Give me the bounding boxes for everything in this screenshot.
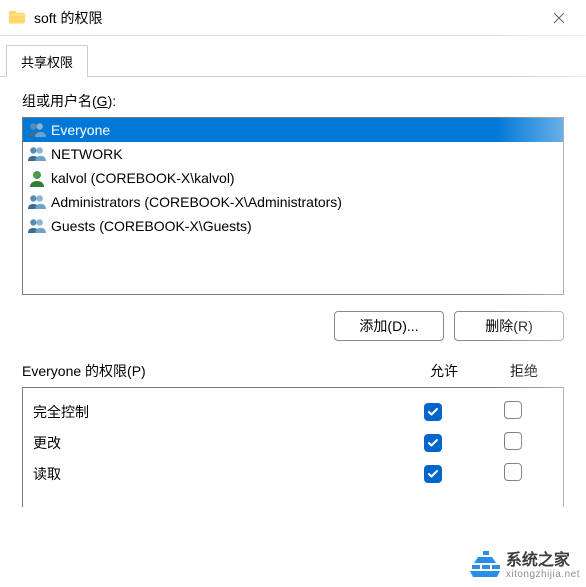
checkbox[interactable] — [504, 432, 522, 450]
tab-share-permissions[interactable]: 共享权限 — [6, 45, 88, 77]
watermark-logo-icon — [468, 551, 502, 581]
group-icon — [27, 217, 47, 235]
permission-label: 完全控制 — [33, 402, 393, 422]
permission-row: 更改 — [33, 427, 553, 458]
text: )... — [402, 318, 418, 334]
permissions-header: Everyone 的权限(P) 允许 拒绝 — [22, 361, 564, 381]
checkbox[interactable] — [424, 434, 442, 452]
text: Everyone 的权限( — [22, 363, 132, 379]
list-item[interactable]: kalvol (COREBOOK-X\kalvol) — [23, 166, 563, 190]
permission-row: 完全控制 — [33, 396, 553, 427]
accelerator: R — [518, 318, 528, 334]
user-icon — [27, 169, 47, 187]
group-icon — [27, 121, 47, 139]
checkbox[interactable] — [504, 401, 522, 419]
folder-icon — [8, 10, 26, 25]
check-icon — [427, 406, 439, 418]
list-item[interactable]: NETWORK — [23, 142, 563, 166]
accelerator: G — [97, 93, 108, 109]
permission-label: 读取 — [33, 464, 393, 484]
principal-name: Everyone — [51, 122, 110, 138]
check-icon — [427, 468, 439, 480]
text: 添加( — [359, 316, 392, 336]
text: 组或用户名( — [22, 93, 97, 109]
groups-users-label: 组或用户名(G): — [22, 91, 564, 111]
tab-strip: 共享权限 — [0, 36, 586, 77]
text: 删除( — [485, 316, 518, 336]
permissions-listbox: 完全控制更改读取 — [22, 387, 564, 507]
remove-button[interactable]: 删除(R) — [454, 311, 564, 341]
close-icon — [553, 12, 565, 24]
dialog-content: 组或用户名(G): Everyone NETWORK kalvol (COREBOO… — [0, 77, 586, 521]
watermark-text: 系统之家 — [506, 552, 580, 570]
close-button[interactable] — [536, 2, 582, 34]
check-icon — [427, 437, 439, 449]
list-item[interactable]: Administrators (COREBOOK-X\Administrator… — [23, 190, 563, 214]
accelerator: D — [392, 318, 402, 334]
checkbox[interactable] — [504, 463, 522, 481]
deny-column-header: 拒绝 — [484, 361, 564, 381]
titlebar: soft 的权限 — [0, 0, 586, 36]
list-item[interactable]: Guests (COREBOOK-X\Guests) — [23, 214, 563, 238]
principal-name: NETWORK — [51, 146, 123, 162]
group-icon — [27, 193, 47, 211]
principals-listbox[interactable]: Everyone NETWORK kalvol (COREBOOK-X\kalvol… — [22, 117, 564, 295]
watermark: 系统之家 xitongzhijia.net — [468, 551, 580, 581]
principal-name: kalvol (COREBOOK-X\kalvol) — [51, 170, 235, 186]
window-title: soft 的权限 — [34, 8, 536, 28]
checkbox[interactable] — [424, 465, 442, 483]
accelerator: P — [132, 363, 141, 379]
watermark-url: xitongzhijia.net — [506, 569, 580, 580]
permissions-for-label: Everyone 的权限(P) — [22, 361, 404, 381]
group-icon — [27, 145, 47, 163]
allow-column-header: 允许 — [404, 361, 484, 381]
principal-name: Guests (COREBOOK-X\Guests) — [51, 218, 252, 234]
text: ) — [141, 363, 146, 379]
text: ) — [528, 318, 533, 334]
permission-row: 读取 — [33, 458, 553, 489]
list-item[interactable]: Everyone — [23, 118, 563, 142]
add-button[interactable]: 添加(D)... — [334, 311, 444, 341]
permission-label: 更改 — [33, 433, 393, 453]
text: ): — [108, 93, 117, 109]
principal-name: Administrators (COREBOOK-X\Administrator… — [51, 194, 342, 210]
checkbox[interactable] — [424, 403, 442, 421]
button-row: 添加(D)... 删除(R) — [22, 311, 564, 341]
